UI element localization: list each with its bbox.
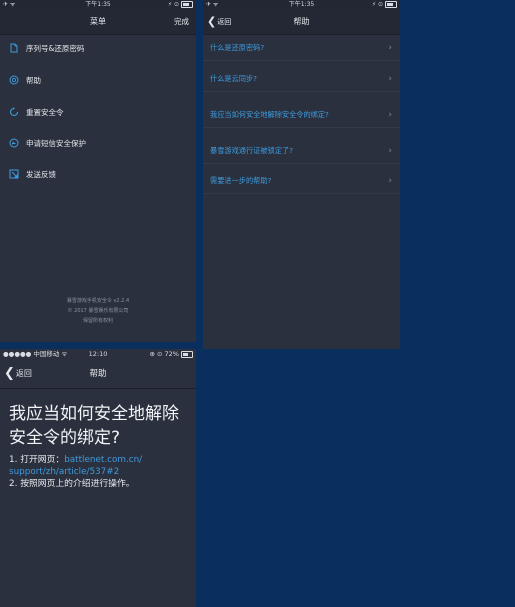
- status-bar: ✈ ᯤ 下午1:35 ⚡ ⊙: [203, 0, 400, 10]
- help-navbar: ❮返回 帮助: [203, 10, 400, 35]
- menu-item-sms[interactable]: 申请短信安全保护: [0, 133, 196, 153]
- faq-item-more-help[interactable]: 需要进一步的帮助? ›: [203, 169, 400, 194]
- faq-item-unbind[interactable]: 我应当如何安全地解除安全令的绑定? ›: [203, 103, 400, 128]
- battery-icon: [385, 1, 397, 8]
- support-link[interactable]: battlenet.com.cn/: [64, 455, 142, 465]
- done-button[interactable]: 完成: [174, 10, 189, 34]
- faq-label: 什么是云同步?: [210, 74, 257, 83]
- document-icon: [9, 43, 19, 53]
- sms-protect-icon: [9, 138, 19, 148]
- chevron-right-icon: ›: [388, 110, 392, 120]
- article-heading: 我应当如何安全地解除安全令的绑定?: [9, 404, 179, 448]
- step-1: 1. 打开网页：battlenet.com.cn/ support/zh/art…: [9, 454, 190, 478]
- battery-icon: [181, 1, 193, 8]
- help-icon: [9, 75, 19, 85]
- faq-item-restore-code[interactable]: 什么是还原密码? ›: [203, 36, 400, 61]
- app-version: 暴雪游戏手机安全令 v2.2.4: [66, 298, 130, 304]
- feedback-icon: [9, 169, 19, 179]
- menu-item-label: 帮助: [26, 75, 41, 85]
- step-1-text: 1. 打开网页：: [9, 455, 65, 465]
- menu-item-label: 申请短信安全保护: [26, 138, 86, 148]
- rights-reserved: 保留所有权利: [82, 318, 113, 324]
- menu-screen: ✈ ᯤ 下午1:35 ⚡ ⊙ 菜单 完成 序列号&还原密码 帮助 重置安全令 申…: [0, 0, 196, 342]
- menu-item-label: 重置安全令: [26, 107, 64, 117]
- menu-item-help[interactable]: 帮助: [0, 70, 196, 90]
- menu-item-serial[interactable]: 序列号&还原密码: [0, 38, 196, 58]
- page-title: 帮助: [293, 17, 310, 26]
- status-bar: ✈ ᯤ 下午1:35 ⚡ ⊙: [0, 0, 196, 10]
- menu-item-reset[interactable]: 重置安全令: [0, 102, 196, 122]
- faq-label: 什么是还原密码?: [210, 43, 265, 52]
- copyright: © 2017 暴雪娱乐有限公司: [67, 308, 129, 314]
- status-icons: ⚡ ⊙: [371, 1, 383, 8]
- chevron-right-icon: ›: [388, 146, 392, 156]
- status-bar: ●●●●● 中国移动 ᯤ 12:10 ⊕ ⊙ 72%: [0, 349, 196, 360]
- status-icons: ⚡ ⊙: [167, 1, 179, 8]
- status-right: ⊕ ⊙ 72%: [150, 349, 193, 360]
- faq-item-cloud-sync[interactable]: 什么是云同步? ›: [203, 67, 400, 92]
- article-body: 1. 打开网页：battlenet.com.cn/ support/zh/art…: [9, 454, 190, 490]
- faq-label: 我应当如何安全地解除安全令的绑定?: [210, 110, 329, 119]
- menu-item-feedback[interactable]: 发送反馈: [0, 164, 196, 184]
- app-footer: 暴雪游戏手机安全令 v2.2.4 © 2017 暴雪娱乐有限公司 保留所有权利: [0, 296, 196, 326]
- faq-label: 暴雪游戏通行证被锁定了?: [210, 146, 293, 155]
- reset-icon: [9, 107, 19, 117]
- status-right: ⚡ ⊙: [168, 0, 193, 10]
- article-screen: ●●●●● 中国移动 ᯤ 12:10 ⊕ ⊙ 72% ❮返回 帮助 我应当如何安…: [0, 349, 196, 607]
- battery-icon: [181, 350, 193, 358]
- page-title: 菜单: [90, 17, 106, 26]
- chevron-right-icon: ›: [388, 74, 392, 84]
- help-screen: ✈ ᯤ 下午1:35 ⚡ ⊙ ❮返回 帮助 什么是还原密码? › 什么是云同步?…: [203, 0, 400, 349]
- battery-percent: ⊕ ⊙ 72%: [149, 350, 179, 358]
- status-time: 下午1:35: [85, 1, 111, 8]
- status-time: 下午1:35: [288, 1, 315, 8]
- menu-item-label: 发送反馈: [26, 169, 56, 179]
- support-link-path[interactable]: support/zh/article/537#2: [9, 467, 119, 477]
- menu-navbar: 菜单 完成: [0, 10, 196, 35]
- faq-label: 需要进一步的帮助?: [210, 176, 272, 185]
- chevron-right-icon: ›: [388, 43, 392, 53]
- chevron-right-icon: ›: [388, 176, 392, 186]
- article-navbar: ❮返回 帮助: [0, 360, 196, 389]
- faq-item-locked[interactable]: 暴雪游戏通行证被锁定了? ›: [203, 139, 400, 164]
- menu-item-label: 序列号&还原密码: [26, 43, 85, 53]
- page-title: 帮助: [89, 369, 107, 379]
- status-right: ⚡ ⊙: [372, 0, 397, 10]
- step-2: 2. 按照网页上的介绍进行操作。: [9, 479, 135, 489]
